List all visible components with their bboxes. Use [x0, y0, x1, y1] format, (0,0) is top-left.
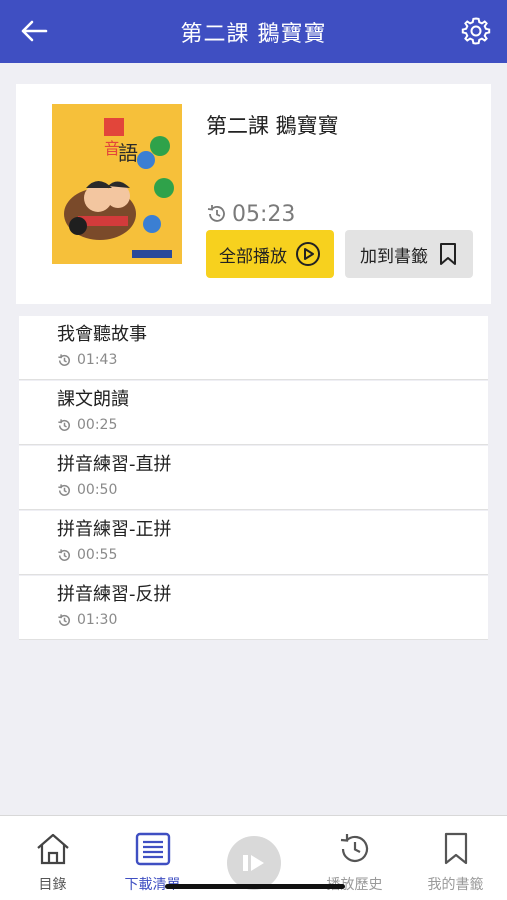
track-duration: 00:25 [77, 417, 118, 433]
track-name: 課文朗讀 [57, 389, 129, 410]
book-cover-image: 音 語 [52, 104, 182, 264]
play-all-label: 全部播放 [219, 246, 287, 267]
tab-bookmarks[interactable]: 我的書籤 [405, 816, 506, 900]
history-icon [57, 482, 73, 498]
svg-text:語: 語 [118, 141, 138, 165]
history-icon [57, 547, 73, 563]
tab-label: 目錄 [38, 877, 67, 893]
history-icon [340, 834, 368, 862]
track-name: 我會聽故事 [57, 324, 147, 345]
track-duration: 00:50 [77, 482, 118, 498]
play-circle-icon [296, 242, 320, 266]
history-icon [57, 352, 73, 368]
tab-label: 我的書籤 [427, 877, 484, 893]
arrow-left-icon [21, 20, 48, 42]
list-item[interactable]: 我會聽故事 01:43 [19, 316, 488, 379]
history-icon [57, 612, 73, 628]
history-icon [206, 202, 230, 226]
app-header: 第二課 鵝寶寶 [0, 0, 507, 63]
track-list: 我會聽故事 01:43 課文朗讀 00:25 拼音練習-直拼 00:50 拼音練… [19, 316, 488, 641]
page-title: 第二課 鵝寶寶 [180, 21, 327, 47]
play-pause-icon [243, 855, 264, 871]
list-item[interactable]: 課文朗讀 00:25 [19, 381, 488, 444]
lesson-title: 第二課 鵝寶寶 [206, 114, 339, 138]
back-button[interactable] [18, 16, 50, 46]
list-item[interactable]: 拼音練習-正拼 00:55 [19, 511, 488, 574]
home-indicator [165, 884, 345, 889]
history-icon [57, 417, 73, 433]
list-item[interactable]: 拼音練習-反拼 01:30 [19, 576, 488, 639]
track-duration: 01:30 [77, 612, 118, 628]
add-bookmark-label: 加到書籤 [360, 246, 428, 267]
list-icon [135, 832, 170, 866]
track-name: 拼音練習-正拼 [57, 519, 172, 540]
play-all-button[interactable]: 全部播放 [206, 230, 334, 278]
gear-icon [461, 17, 491, 45]
home-icon [36, 833, 69, 865]
now-playing-button[interactable] [227, 836, 281, 890]
add-bookmark-button[interactable]: 加到書籤 [345, 230, 473, 278]
bookmark-icon [440, 243, 456, 265]
track-name: 拼音練習-直拼 [57, 454, 172, 475]
settings-button[interactable] [459, 14, 493, 48]
bookmark-icon [444, 832, 467, 865]
tab-catalog[interactable]: 目錄 [2, 816, 103, 900]
track-duration: 01:43 [77, 352, 118, 368]
lesson-card: 音 語 第二課 鵝寶寶 05:23 全部播放 加到書籤 [16, 84, 491, 304]
list-item[interactable]: 拼音練習-直拼 00:50 [19, 446, 488, 509]
total-duration-value: 05:23 [232, 201, 296, 227]
track-name: 拼音練習-反拼 [57, 584, 172, 605]
track-duration: 00:55 [77, 547, 118, 563]
total-duration: 05:23 [206, 200, 295, 228]
